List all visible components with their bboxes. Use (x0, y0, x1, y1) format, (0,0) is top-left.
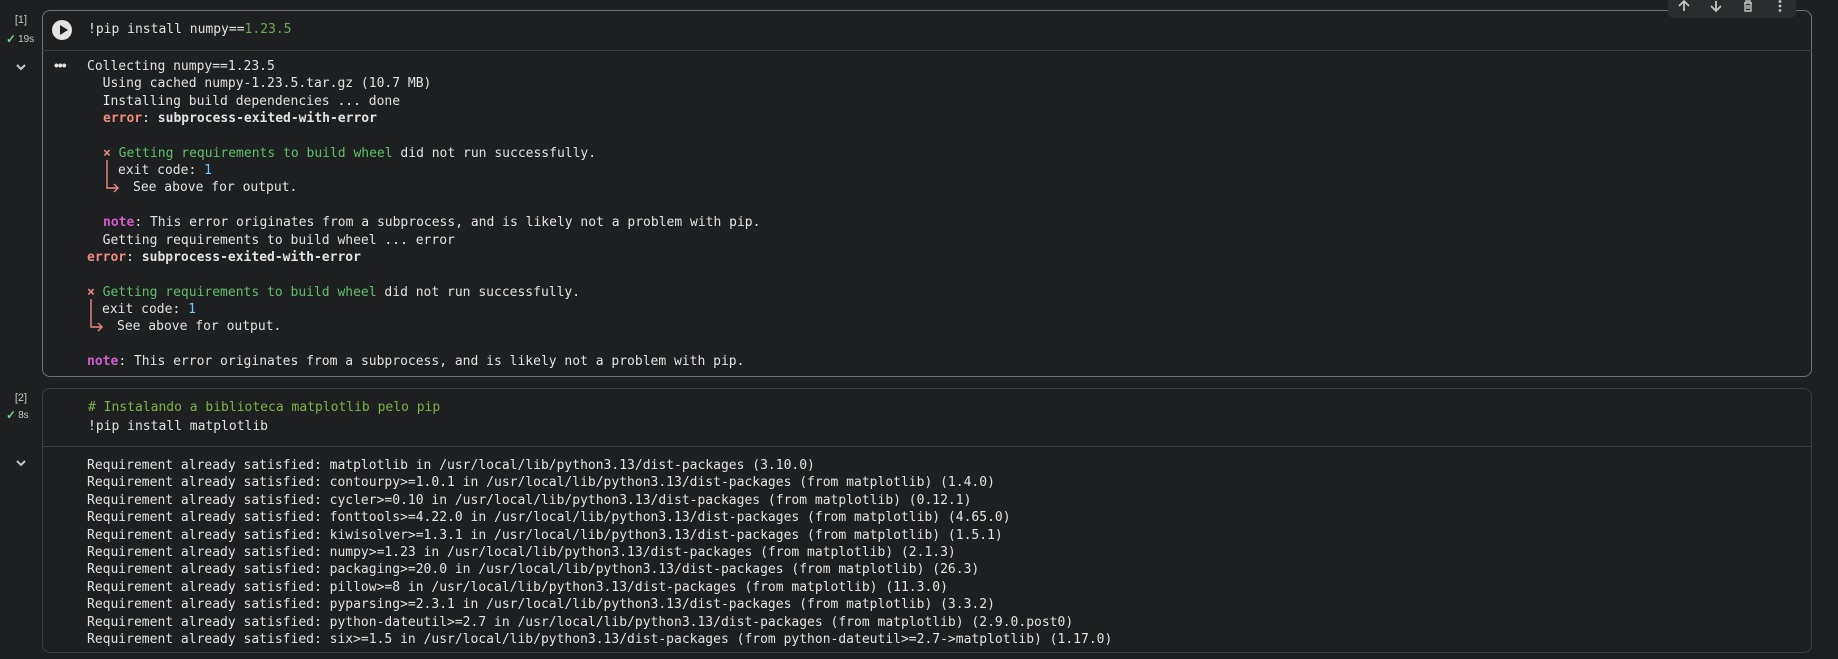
output-line: × Getting requirements to build wheel di… (103, 146, 597, 161)
output-line: × Getting requirements to build wheel di… (87, 285, 581, 300)
output-line: Requirement already satisfied: pillow>=8… (87, 579, 948, 595)
output-actions-icon[interactable]: ••• (54, 57, 67, 73)
execution-time: 8s (18, 409, 29, 421)
output-line: error: subprocess-exited-with-error (87, 250, 361, 265)
run-button[interactable] (52, 20, 72, 40)
cell-container[interactable] (42, 10, 1812, 377)
output-divider (42, 50, 1812, 51)
delete-icon[interactable] (1738, 0, 1758, 16)
arrow-up-icon[interactable] (1674, 0, 1694, 16)
code-version: 1.23.5 (244, 22, 292, 37)
output-line: Requirement already satisfied: kiwisolve… (87, 527, 1003, 543)
check-icon: ✓ (6, 408, 17, 422)
code-cell-1: [1] ✓ 19s !pip install numpy==1.23.5 •••… (0, 0, 1838, 380)
execution-time: 19s (18, 33, 35, 45)
output-line: Getting requirements to build wheel ... … (87, 233, 455, 248)
chevron-down-icon[interactable] (14, 456, 28, 470)
output-line: note: This error originates from a subpr… (103, 215, 761, 230)
execution-count: [1] (14, 14, 28, 26)
output-line: See above for output. (117, 319, 282, 334)
output-line: See above for output. (133, 180, 298, 195)
code-comment[interactable]: # Instalando a biblioteca matplotlib pel… (88, 400, 440, 415)
output-line: exit code: 1 (118, 163, 212, 178)
output-line: Requirement already satisfied: six>=1.5 … (87, 632, 1113, 647)
arrow-down-icon[interactable] (1706, 0, 1726, 16)
tree-connector (106, 160, 119, 193)
execution-count: [2] (14, 392, 28, 404)
output-line: Requirement already satisfied: numpy>=1.… (87, 545, 956, 560)
check-icon: ✓ (6, 32, 17, 46)
chevron-down-icon[interactable] (14, 60, 28, 74)
output-line: Requirement already satisfied: matplotli… (87, 458, 815, 473)
output-line: Requirement already satisfied: python-da… (87, 614, 1074, 630)
more-vert-icon[interactable] (1770, 0, 1790, 16)
output-line: Requirement already satisfied: pyparsing… (87, 597, 995, 613)
code-input[interactable]: !pip install matplotlib (88, 419, 268, 434)
output-divider (42, 446, 1812, 447)
code-input[interactable]: !pip install numpy==1.23.5 (88, 22, 292, 37)
cell-toolbar (1668, 0, 1796, 18)
output-line: Collecting numpy==1.23.5 (87, 59, 275, 74)
output-line: Requirement already satisfied: fonttools… (87, 510, 1011, 526)
tree-connector (90, 299, 103, 332)
execution-status: ✓ 19s (6, 32, 34, 46)
output-line: exit code: 1 (102, 302, 196, 317)
code-text: !pip install numpy== (88, 22, 245, 37)
output-line: Using cached numpy-1.23.5.tar.gz (10.7 M… (87, 76, 432, 91)
output-line: Installing build dependencies ... done (87, 94, 401, 109)
output-line: Requirement already satisfied: packaging… (87, 562, 980, 578)
output-line: Requirement already satisfied: contourpy… (87, 475, 995, 491)
output-line: error: subprocess-exited-with-error (103, 111, 377, 126)
code-cell-2: [2] ✓ 8s # Instalando a biblioteca matpl… (0, 386, 1838, 659)
execution-status: ✓ 8s (6, 408, 29, 422)
output-line: note: This error originates from a subpr… (87, 354, 745, 369)
output-line: Requirement already satisfied: cycler>=0… (87, 492, 972, 508)
